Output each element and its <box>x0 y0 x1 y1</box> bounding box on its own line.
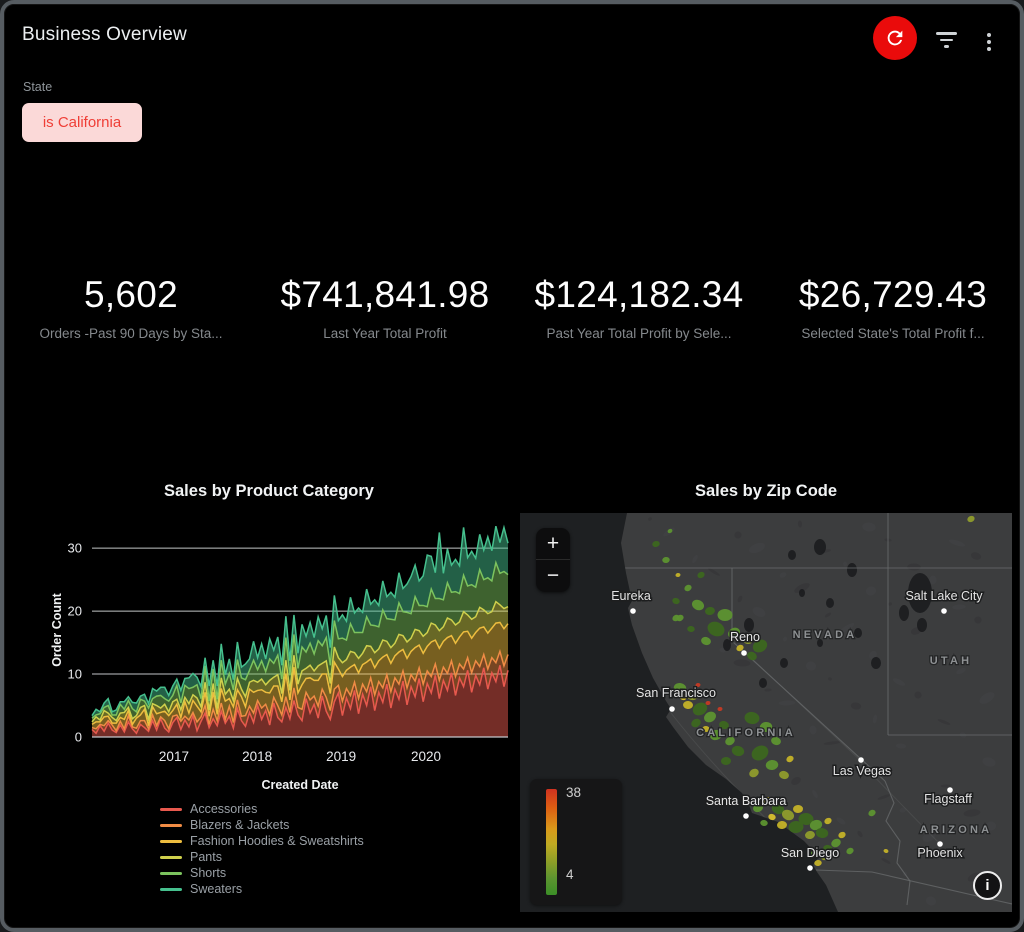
zip-region[interactable] <box>718 609 733 621</box>
legend-label: Blazers & Jackets <box>190 818 289 832</box>
lake-shape <box>814 539 826 555</box>
kpi-label: Selected State's Total Profit f... <box>766 326 1020 341</box>
kpi-value: 5,602 <box>4 274 258 316</box>
y-tick-label: 10 <box>68 667 82 682</box>
city-label: Salt Lake City <box>905 589 983 603</box>
kpi-orders: 5,602 Orders -Past 90 Days by Sta... <box>4 274 258 341</box>
legend-swatch <box>160 824 182 827</box>
legend-swatch <box>160 856 182 859</box>
kpi-past-year-profit: $124,182.34 Past Year Total Profit by Se… <box>512 274 766 341</box>
legend-swatch <box>160 840 182 843</box>
kpi-value: $741,841.98 <box>258 274 512 316</box>
city-dot <box>941 608 947 614</box>
legend-label: Accessories <box>190 802 257 816</box>
legend-item[interactable]: Fashion Hoodies & Sweatshirts <box>160 833 364 849</box>
city-label: Las Vegas <box>833 764 891 778</box>
legend-item[interactable]: Pants <box>160 849 364 865</box>
dashboard-window: Business Overview State is California 5,… <box>0 0 1024 932</box>
lake-shape <box>759 678 767 688</box>
area-chart-title: Sales by Product Category <box>40 482 498 501</box>
kpi-last-year-profit: $741,841.98 Last Year Total Profit <box>258 274 512 341</box>
more-options-icon[interactable] <box>980 29 998 55</box>
info-icon[interactable]: i <box>973 871 1002 900</box>
map-title: Sales by Zip Code <box>520 482 1012 501</box>
legend-label: Pants <box>190 850 222 864</box>
city-label: San Diego <box>781 846 839 860</box>
legend-item[interactable]: Blazers & Jackets <box>160 817 364 833</box>
lake-shape <box>871 657 881 669</box>
state-label: NEVADA <box>793 629 858 641</box>
city-label: San Francisco <box>636 686 716 700</box>
legend-item[interactable]: Accessories <box>160 801 364 817</box>
filter-icon[interactable] <box>933 30 959 54</box>
state-label: ARIZONA <box>920 824 993 836</box>
city-label: Santa Barbara <box>706 794 787 808</box>
chart-legend: Accessories Blazers & Jackets Fashion Hood… <box>160 801 364 897</box>
x-tick-label: 2020 <box>411 749 441 764</box>
lake-shape <box>799 589 805 597</box>
kpi-row: 5,602 Orders -Past 90 Days by Sta... $74… <box>4 274 1020 341</box>
lake-shape <box>899 605 909 621</box>
color-scale-gradient <box>546 789 557 895</box>
city-label: Flagstaff <box>924 792 972 806</box>
lake-shape <box>917 618 927 632</box>
zoom-in-button[interactable]: + <box>536 528 570 560</box>
lake-shape <box>826 598 834 608</box>
lake-shape <box>788 550 796 560</box>
legend-label: Sweaters <box>190 882 242 896</box>
kpi-label: Orders -Past 90 Days by Sta... <box>4 326 258 341</box>
zoom-out-button[interactable]: − <box>536 560 570 592</box>
filter-field-label: State <box>23 80 52 94</box>
x-tick-label: 2019 <box>326 749 356 764</box>
sales-by-zip-map[interactable]: NEVADA UTAH CALIFORNIA ARIZONA Eureka Salt La… <box>520 513 1012 912</box>
legend-swatch <box>160 888 182 891</box>
x-tick-label: 2017 <box>159 749 189 764</box>
legend-item[interactable]: Sweaters <box>160 881 364 897</box>
lake-shape <box>847 563 857 577</box>
state-filter-chip[interactable]: is California <box>22 103 142 142</box>
kpi-state-profit: $26,729.43 Selected State's Total Profit… <box>766 274 1020 341</box>
kpi-value: $124,182.34 <box>512 274 766 316</box>
sales-by-category-chart[interactable]: 0 10 20 30 2017 2018 2019 2020 Order Count Create… <box>48 511 518 789</box>
legend-swatch <box>160 808 182 811</box>
city-dot <box>630 608 636 614</box>
kpi-value: $26,729.43 <box>766 274 1020 316</box>
city-label: Reno <box>730 630 760 644</box>
legend-item[interactable]: Shorts <box>160 865 364 881</box>
y-axis-title: Order Count <box>50 592 64 666</box>
city-dot <box>807 865 813 871</box>
city-dot <box>743 813 749 819</box>
city-dot <box>858 757 864 763</box>
city-label: Phoenix <box>917 846 963 860</box>
legend-label: Fashion Hoodies & Sweatshirts <box>190 834 364 848</box>
refresh-button[interactable] <box>873 16 917 60</box>
state-label: UTAH <box>930 655 973 667</box>
state-label: CALIFORNIA <box>696 727 796 739</box>
x-axis-title: Created Date <box>261 778 338 789</box>
map-zoom-controls: + − <box>536 528 570 592</box>
x-tick-label: 2018 <box>242 749 272 764</box>
y-tick-label: 30 <box>68 541 82 556</box>
kpi-label: Last Year Total Profit <box>258 326 512 341</box>
city-dot <box>741 650 747 656</box>
color-scale-legend: 38 4 <box>530 779 622 905</box>
city-dot <box>669 706 675 712</box>
color-scale-max: 38 <box>566 785 581 800</box>
legend-label: Shorts <box>190 866 226 880</box>
page-title: Business Overview <box>22 24 187 46</box>
refresh-icon <box>884 27 906 49</box>
y-tick-label: 20 <box>68 604 82 619</box>
lake-shape <box>780 658 788 668</box>
kpi-label: Past Year Total Profit by Sele... <box>512 326 766 341</box>
color-scale-min: 4 <box>566 867 574 882</box>
legend-swatch <box>160 872 182 875</box>
city-label: Eureka <box>611 589 651 603</box>
y-tick-label: 0 <box>75 730 82 745</box>
